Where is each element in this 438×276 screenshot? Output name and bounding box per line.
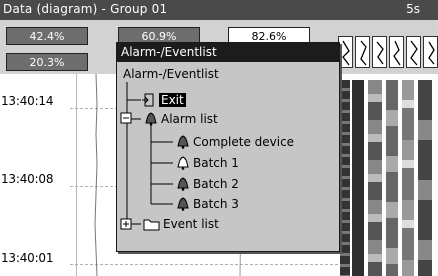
bell-icon [177, 135, 189, 149]
window-title: Data (diagram) - Group 01 [3, 2, 168, 16]
menu-item-batch-2[interactable]: Batch 2 [193, 176, 239, 192]
menu-header: Alarm-/Eventlist [117, 43, 339, 62]
channel-value-4[interactable]: 20.3% [6, 53, 88, 71]
menu-item-batch-2-label: Batch 2 [193, 177, 239, 191]
menu-item-alarm-list-label: Alarm list [161, 112, 218, 126]
menu-tree: Alarm-/Eventlist Exit Alarm list Complet… [117, 62, 339, 251]
trend-tracker-icon [423, 36, 438, 68]
bell-icon [177, 156, 189, 170]
bar-column [418, 80, 432, 276]
channel-value-1[interactable]: 42.4% [6, 27, 88, 45]
menu-item-complete-device[interactable]: Complete device [193, 134, 294, 150]
bar-column [352, 80, 364, 276]
title-bar: Data (diagram) - Group 01 5s [0, 0, 438, 21]
menu-item-batch-1-label: Batch 1 [193, 156, 239, 170]
folder-icon [143, 219, 160, 231]
menu-item-event-list-label: Event list [163, 217, 219, 231]
trend-tracker [334, 36, 438, 68]
bell-icon [177, 197, 189, 211]
menu-item-complete-device-label: Complete device [193, 135, 295, 149]
menu-item-batch-1[interactable]: Batch 1 [193, 155, 239, 171]
menu-item-event-list[interactable]: Event list [163, 216, 219, 232]
trend-tracker-icon [406, 36, 421, 68]
bar-column [402, 80, 414, 276]
menu-item-batch-3-label: Batch 3 [193, 197, 239, 211]
menu-item-batch-3[interactable]: Batch 3 [193, 196, 239, 212]
alarm-event-menu[interactable]: Alarm-/Eventlist Alarm-/Eventlist Exit A… [116, 42, 340, 252]
bar-column [340, 80, 350, 276]
trend-tracker-icon [338, 36, 353, 68]
bell-icon [145, 112, 157, 126]
bell-icon [177, 177, 189, 191]
bar-graph-area [338, 80, 438, 276]
menu-item-exit-label: Exit [159, 93, 186, 107]
menu-item-alarm-list[interactable]: Alarm list [161, 111, 218, 127]
interval-label: 5s [406, 2, 420, 16]
trend-tracker-icon [355, 36, 370, 68]
trend-tracker-icon [372, 36, 387, 68]
menu-item-exit[interactable]: Exit [159, 92, 186, 108]
bar-column [368, 80, 382, 276]
bar-column [386, 80, 398, 276]
recorder-screen: Data (diagram) - Group 01 5s 42.4% 60.9%… [0, 0, 438, 276]
menu-root-label: Alarm-/Eventlist [123, 67, 219, 81]
exit-door-icon [142, 93, 154, 107]
trend-tracker-icon [389, 36, 404, 68]
